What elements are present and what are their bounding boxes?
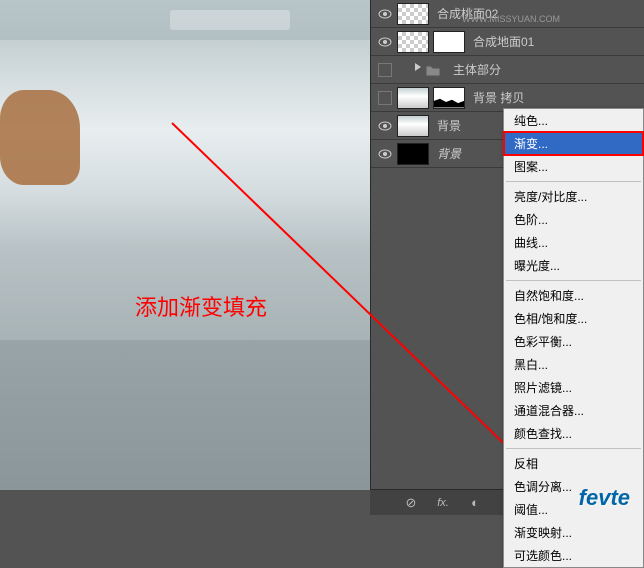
watermark-bar xyxy=(170,10,290,30)
layer-thumbnail[interactable] xyxy=(397,31,429,53)
fx-icon[interactable]: fx. xyxy=(434,494,452,512)
layer-name: 背景 拷贝 xyxy=(473,89,640,106)
menu-item-levels[interactable]: 色阶... xyxy=(504,208,643,231)
menu-item-channel-mixer[interactable]: 通道混合器... xyxy=(504,399,643,422)
visibility-icon[interactable] xyxy=(375,63,395,77)
visibility-icon[interactable] xyxy=(375,91,395,105)
canvas-content-animal xyxy=(0,90,80,185)
layer-name: 合成地面01 xyxy=(473,33,640,50)
layer-mask-thumbnail[interactable] xyxy=(433,87,465,109)
menu-item-selective-color[interactable]: 可选颜色... xyxy=(504,544,643,567)
menu-item-curves[interactable]: 曲线... xyxy=(504,231,643,254)
menu-item-black-white[interactable]: 黑白... xyxy=(504,353,643,376)
layer-thumbnail[interactable] xyxy=(397,3,429,25)
annotation-text: 添加渐变填充 xyxy=(135,290,267,322)
expand-triangle-icon[interactable] xyxy=(415,63,421,71)
folder-icon xyxy=(415,63,441,77)
menu-item-hue-saturation[interactable]: 色相/饱和度... xyxy=(504,307,643,330)
menu-item-vibrance[interactable]: 自然饱和度... xyxy=(504,284,643,307)
layer-mask-thumbnail[interactable] xyxy=(433,31,465,53)
visibility-icon[interactable] xyxy=(375,37,395,47)
visibility-icon[interactable] xyxy=(375,9,395,19)
layer-thumbnail[interactable] xyxy=(397,87,429,109)
menu-item-color-balance[interactable]: 色彩平衡... xyxy=(504,330,643,353)
menu-item-gradient[interactable]: 渐变... xyxy=(504,132,643,155)
layer-row[interactable]: 合成地面01 xyxy=(371,28,644,56)
menu-item-photo-filter[interactable]: 照片滤镜... xyxy=(504,376,643,399)
menu-item-brightness-contrast[interactable]: 亮度/对比度... xyxy=(504,185,643,208)
canvas-area[interactable]: 添加渐变填充 xyxy=(0,0,370,490)
visibility-icon[interactable] xyxy=(375,149,395,159)
menu-item-exposure[interactable]: 曝光度... xyxy=(504,254,643,277)
menu-item-color-lookup[interactable]: 颜色查找... xyxy=(504,422,643,445)
visibility-icon[interactable] xyxy=(375,121,395,131)
layer-name: 主体部分 xyxy=(453,61,640,78)
watermark-url: WWW.MISSYUAN.COM xyxy=(462,14,560,24)
menu-separator xyxy=(506,181,641,182)
mask-icon[interactable]: ◐ xyxy=(466,494,484,512)
menu-item-gradient-map[interactable]: 渐变映射... xyxy=(504,521,643,544)
menu-separator xyxy=(506,280,641,281)
menu-separator xyxy=(506,448,641,449)
layer-thumbnail[interactable] xyxy=(397,115,429,137)
layer-row[interactable]: 主体部分 xyxy=(371,56,644,84)
menu-item-pattern[interactable]: 图案... xyxy=(504,155,643,178)
link-layers-icon[interactable]: ⊘ xyxy=(402,494,420,512)
layer-thumbnail[interactable] xyxy=(397,143,429,165)
menu-item-solid-color[interactable]: 纯色... xyxy=(504,109,643,132)
menu-item-invert[interactable]: 反相 xyxy=(504,452,643,475)
watermark-logo: fevte xyxy=(579,485,630,511)
